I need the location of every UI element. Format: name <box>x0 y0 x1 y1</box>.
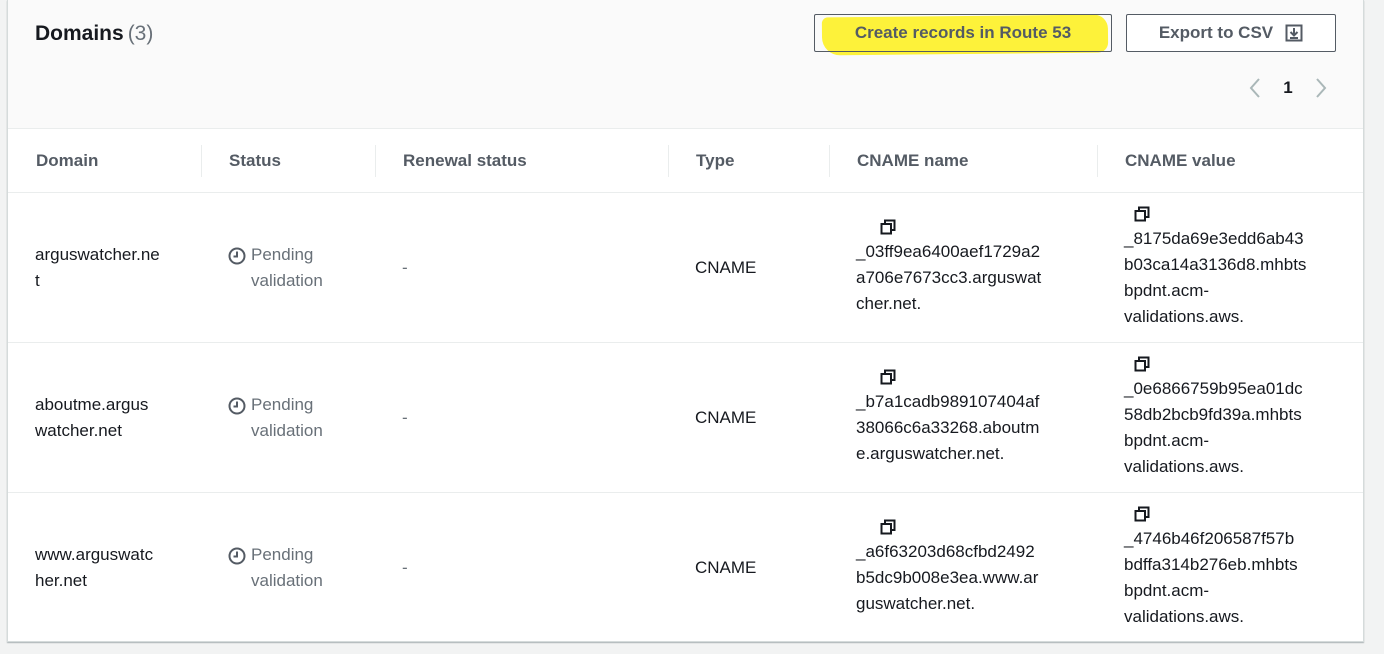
type-cell: CNAME <box>695 557 757 577</box>
status-text: Pending validation <box>251 394 323 440</box>
cname-value-cell: _0e6866759b95ea01dc 58db2bcb9fd39a.mhbts… <box>1097 342 1363 493</box>
status-cell: Pending validation <box>201 342 375 493</box>
create-records-label: Create records in Route 53 <box>854 23 1072 42</box>
panel-header: Domains (3) Create records in Route 53 Ex… <box>8 0 1363 129</box>
domains-table: Domain Status Renewal status Type CNAME … <box>8 129 1363 643</box>
table-row: aboutme.argus watcher.net Pending valida… <box>8 342 1363 493</box>
table-row: arguswatcher.ne t Pending validation - C… <box>8 192 1363 343</box>
column-header-cname-name[interactable]: CNAME name <box>829 129 1097 193</box>
status-cell: Pending validation <box>201 493 375 643</box>
renewal-status-cell: - <box>375 342 668 493</box>
export-csv-label: Export to CSV <box>1158 23 1274 42</box>
column-header-status[interactable]: Status <box>201 129 375 193</box>
copy-icon[interactable] <box>880 519 896 535</box>
type-cell: CNAME <box>668 192 829 343</box>
status-text: Pending validation <box>251 544 323 590</box>
column-label: Renewal status <box>403 150 527 170</box>
cname-name-text: _b7a1cadb989107404af 38066c6a33268.about… <box>856 391 1040 463</box>
clock-icon <box>228 397 246 414</box>
create-records-route53-button[interactable]: Create records in Route 53 <box>814 14 1112 52</box>
column-label: CNAME value <box>1125 150 1236 170</box>
copy-icon[interactable] <box>1134 206 1150 222</box>
cname-name-cell: _03ff9ea6400aef1729a2 a706e7673cc3.argus… <box>829 192 1097 343</box>
column-divider <box>1097 145 1098 177</box>
domain-cell: www.arguswatc her.net <box>35 544 154 590</box>
column-header-domain[interactable]: Domain <box>8 129 201 193</box>
chevron-right-icon[interactable] <box>1306 74 1336 102</box>
domain-cell: aboutme.argus watcher.net <box>8 342 201 493</box>
column-header-cname-value[interactable]: CNAME value <box>1097 129 1363 193</box>
table-header-row: Domain Status Renewal status Type CNAME … <box>8 129 1363 193</box>
column-label: Domain <box>36 150 99 170</box>
cname-value-cell: _8175da69e3edd6ab43 b03ca14a3136d8.mhbts… <box>1097 192 1363 343</box>
table-row: www.arguswatc her.net Pending validation… <box>8 493 1363 643</box>
domain-cell: arguswatcher.ne t <box>8 192 201 343</box>
copy-icon[interactable] <box>880 369 896 385</box>
cname-value-text: _0e6866759b95ea01dc 58db2bcb9fd39a.mhbts… <box>1124 378 1303 476</box>
clock-icon <box>228 247 246 264</box>
status-text: Pending validation <box>251 244 323 290</box>
copy-icon[interactable] <box>880 219 896 235</box>
column-label: Status <box>229 150 281 170</box>
column-divider <box>829 145 830 177</box>
chevron-left-icon[interactable] <box>1240 74 1270 102</box>
column-label: Type <box>696 150 735 170</box>
download-icon <box>1285 24 1303 42</box>
cname-name-text: _03ff9ea6400aef1729a2 a706e7673cc3.argus… <box>856 241 1042 313</box>
column-label: CNAME name <box>857 150 969 170</box>
renewal-status-cell: - <box>402 557 408 577</box>
domain-count: (3) <box>127 22 154 45</box>
column-header-renewal-status[interactable]: Renewal status <box>375 129 668 193</box>
status-cell: Pending validation <box>201 192 375 343</box>
cname-name-cell: _b7a1cadb989107404af 38066c6a33268.about… <box>829 342 1097 493</box>
column-divider <box>375 145 376 177</box>
column-header-type[interactable]: Type <box>668 129 829 193</box>
cname-name-text: _a6f63203d68cfbd2492 b5dc9b008e3ea.www.a… <box>856 541 1039 613</box>
page-title: Domains (3) <box>35 22 153 46</box>
copy-icon[interactable] <box>1134 356 1150 372</box>
pagination: 1 <box>1240 74 1336 102</box>
clock-icon <box>228 547 246 565</box>
domains-panel: Domains (3) Create records in Route 53 Ex… <box>7 0 1364 642</box>
column-divider <box>668 145 669 177</box>
cname-name-cell: _a6f63203d68cfbd2492 b5dc9b008e3ea.www.a… <box>829 493 1097 643</box>
column-divider <box>201 145 202 177</box>
cname-value-text: _8175da69e3edd6ab43 b03ca14a3136d8.mhbts… <box>1124 228 1307 326</box>
cname-value-cell: _4746b46f206587f57b bdffa314b276eb.mhbts… <box>1097 493 1363 643</box>
current-page-number[interactable]: 1 <box>1270 78 1306 98</box>
renewal-status-cell: - <box>375 192 668 343</box>
export-csv-button[interactable]: Export to CSV <box>1126 14 1336 52</box>
cname-value-text: _4746b46f206587f57b bdffa314b276eb.mhbts… <box>1124 528 1298 626</box>
type-cell: CNAME <box>668 342 829 493</box>
title-text: Domains <box>35 22 124 45</box>
copy-icon[interactable] <box>1134 506 1150 522</box>
